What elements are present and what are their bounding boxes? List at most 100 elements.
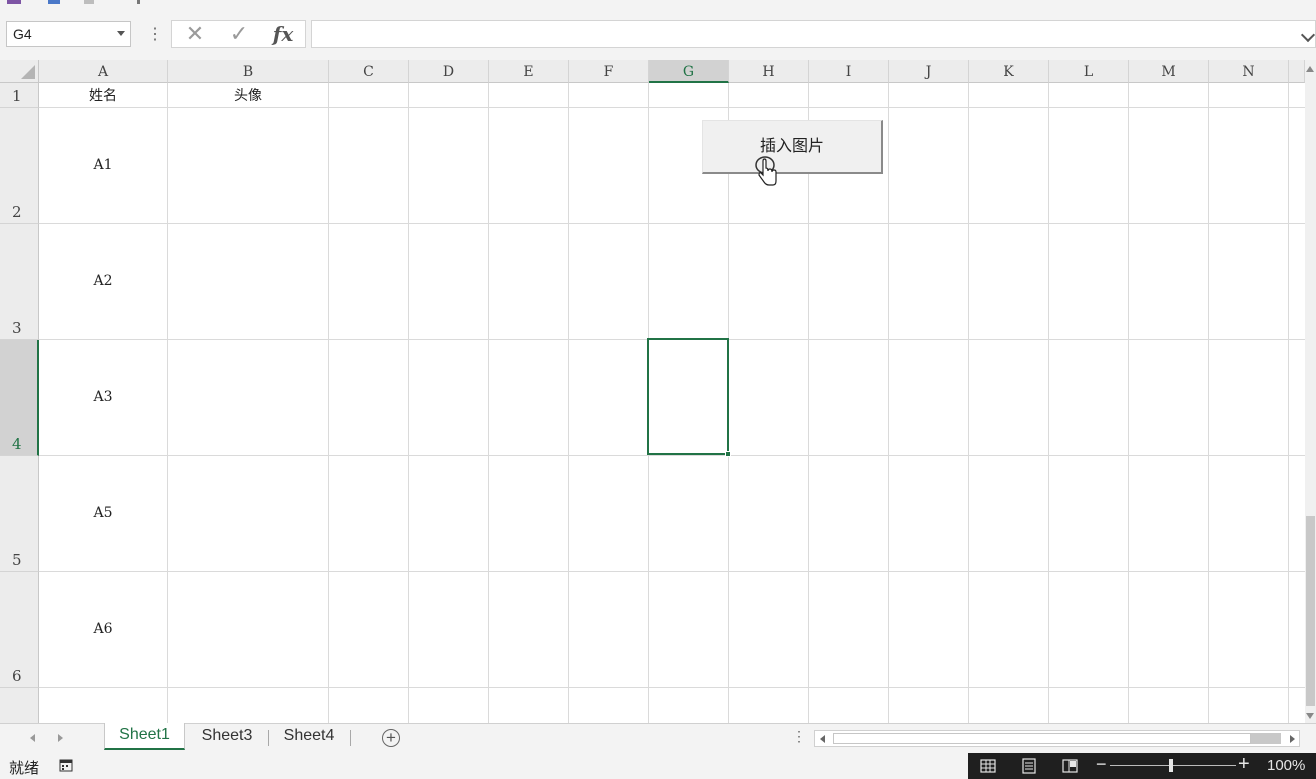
gridline xyxy=(39,455,1305,456)
gridline xyxy=(968,83,969,723)
column-header-L[interactable]: L xyxy=(1049,60,1129,83)
gridline xyxy=(39,107,1305,108)
row-number: 4 xyxy=(12,435,22,453)
row-header-2[interactable]: 2 xyxy=(0,108,39,224)
more-options-icon[interactable]: ⋮ xyxy=(147,26,163,44)
fx-icon[interactable]: fx xyxy=(263,21,303,47)
gridline xyxy=(888,83,889,723)
zoom-in-icon[interactable]: + xyxy=(1238,753,1250,776)
fill-handle[interactable] xyxy=(725,451,731,457)
page-break-view-icon[interactable] xyxy=(1061,757,1079,775)
formula-input[interactable] xyxy=(311,20,1316,48)
sheet-tab-bar: Sheet1 Sheet3 Sheet4 + ⋮ xyxy=(0,723,1316,753)
formula-bar-area: G4 ⋮ ✕ ✓ fx xyxy=(0,6,1316,60)
vertical-scroll-thumb[interactable] xyxy=(1306,516,1315,706)
insert-picture-button[interactable]: 插入图片 xyxy=(702,120,883,174)
close-icon[interactable]: ✕ xyxy=(175,21,215,47)
undo-icon[interactable] xyxy=(48,0,60,4)
zoom-out-icon[interactable]: − xyxy=(1096,754,1107,775)
cell-A6[interactable]: A6 xyxy=(39,572,167,687)
column-header-O[interactable] xyxy=(1289,60,1305,83)
row-header-4[interactable]: 4 xyxy=(0,340,39,456)
row-header-3[interactable]: 3 xyxy=(0,224,39,340)
save-icon[interactable] xyxy=(7,0,21,4)
worksheet-grid[interactable]: A B C D E F G H I J K L M N 1 2 3 4 5 6 … xyxy=(0,60,1305,723)
gridline xyxy=(1048,83,1049,723)
gridline xyxy=(167,83,168,723)
chevron-down-icon[interactable] xyxy=(117,31,125,36)
gridline xyxy=(1208,83,1209,723)
row-header-5[interactable]: 5 xyxy=(0,456,39,572)
row-number: 1 xyxy=(12,87,22,105)
redo-icon[interactable] xyxy=(84,0,94,4)
select-all-button[interactable] xyxy=(0,60,39,83)
gridline xyxy=(488,83,489,723)
gridline xyxy=(328,83,329,723)
next-sheet-icon[interactable] xyxy=(58,734,63,742)
column-header-M[interactable]: M xyxy=(1129,60,1209,83)
row-number: 5 xyxy=(12,551,22,569)
macro-recording-icon[interactable] xyxy=(59,758,74,773)
row-number: 6 xyxy=(12,667,22,685)
cell-A4[interactable]: A3 xyxy=(39,340,167,455)
gridline xyxy=(568,83,569,723)
column-header-J[interactable]: J xyxy=(889,60,969,83)
plus-circle-icon[interactable]: + xyxy=(382,729,400,747)
row-header-1[interactable]: 1 xyxy=(0,83,39,108)
cell-A2[interactable]: A1 xyxy=(39,108,167,223)
scroll-right-icon[interactable] xyxy=(1290,735,1295,743)
tab-sheet3[interactable]: Sheet3 xyxy=(187,724,267,750)
gridline xyxy=(408,83,409,723)
cell-B1[interactable]: 头像 xyxy=(168,83,328,107)
expand-formula-icon[interactable] xyxy=(1300,27,1316,43)
splitter-icon[interactable]: ⋮ xyxy=(792,728,806,745)
cell-A5[interactable]: A5 xyxy=(39,456,167,571)
column-header-F[interactable]: F xyxy=(569,60,649,83)
status-mode: 就绪 xyxy=(9,760,40,777)
zoom-slider[interactable] xyxy=(1110,765,1236,766)
cell-A1[interactable]: 姓名 xyxy=(39,83,167,107)
customize-qat-icon[interactable] xyxy=(137,0,140,4)
row-header-6[interactable]: 6 xyxy=(0,572,39,688)
name-box-value: G4 xyxy=(13,26,32,42)
check-icon[interactable]: ✓ xyxy=(219,21,259,47)
column-header-I[interactable]: I xyxy=(809,60,889,83)
tab-separator xyxy=(350,730,351,746)
zoom-slider-knob[interactable] xyxy=(1169,759,1173,772)
column-header-N[interactable]: N xyxy=(1209,60,1289,83)
column-header-A[interactable]: A xyxy=(39,60,168,83)
hand-pointer-icon xyxy=(755,156,777,186)
column-header-G[interactable]: G xyxy=(649,60,729,83)
gridline xyxy=(39,571,1305,572)
gridline xyxy=(1288,83,1289,723)
active-cell-G4[interactable] xyxy=(647,338,729,455)
scroll-left-icon[interactable] xyxy=(820,735,825,743)
column-header-H[interactable]: H xyxy=(729,60,809,83)
column-header-C[interactable]: C xyxy=(329,60,409,83)
normal-view-icon[interactable] xyxy=(979,757,997,775)
previous-sheet-icon[interactable] xyxy=(30,734,35,742)
vertical-scrollbar[interactable] xyxy=(1305,60,1316,723)
scroll-up-icon[interactable] xyxy=(1306,66,1314,72)
page-layout-view-icon[interactable] xyxy=(1020,757,1038,775)
zoom-level[interactable]: 100% xyxy=(1267,757,1305,774)
cell-A3[interactable]: A2 xyxy=(39,224,167,339)
column-header-B[interactable]: B xyxy=(168,60,329,83)
column-header-E[interactable]: E xyxy=(489,60,569,83)
row-header-7[interactable] xyxy=(0,688,39,723)
scroll-down-icon[interactable] xyxy=(1306,713,1314,719)
name-box[interactable]: G4 xyxy=(6,21,131,47)
horizontal-scrollbar[interactable] xyxy=(814,730,1300,747)
tab-sheet1[interactable]: Sheet1 xyxy=(104,723,185,750)
status-bar: 就绪 − + 100% xyxy=(0,753,1316,779)
row-number: 2 xyxy=(12,203,22,221)
row-number: 3 xyxy=(12,319,22,337)
gridline xyxy=(39,687,1305,688)
tab-sheet4[interactable]: Sheet4 xyxy=(269,724,349,750)
gridline xyxy=(808,83,809,723)
column-header-K[interactable]: K xyxy=(969,60,1049,83)
formula-buttons: ✕ ✓ fx xyxy=(171,20,306,48)
horizontal-scroll-thumb[interactable] xyxy=(833,733,1251,744)
column-header-D[interactable]: D xyxy=(409,60,489,83)
horizontal-scroll-track[interactable] xyxy=(1251,733,1281,744)
